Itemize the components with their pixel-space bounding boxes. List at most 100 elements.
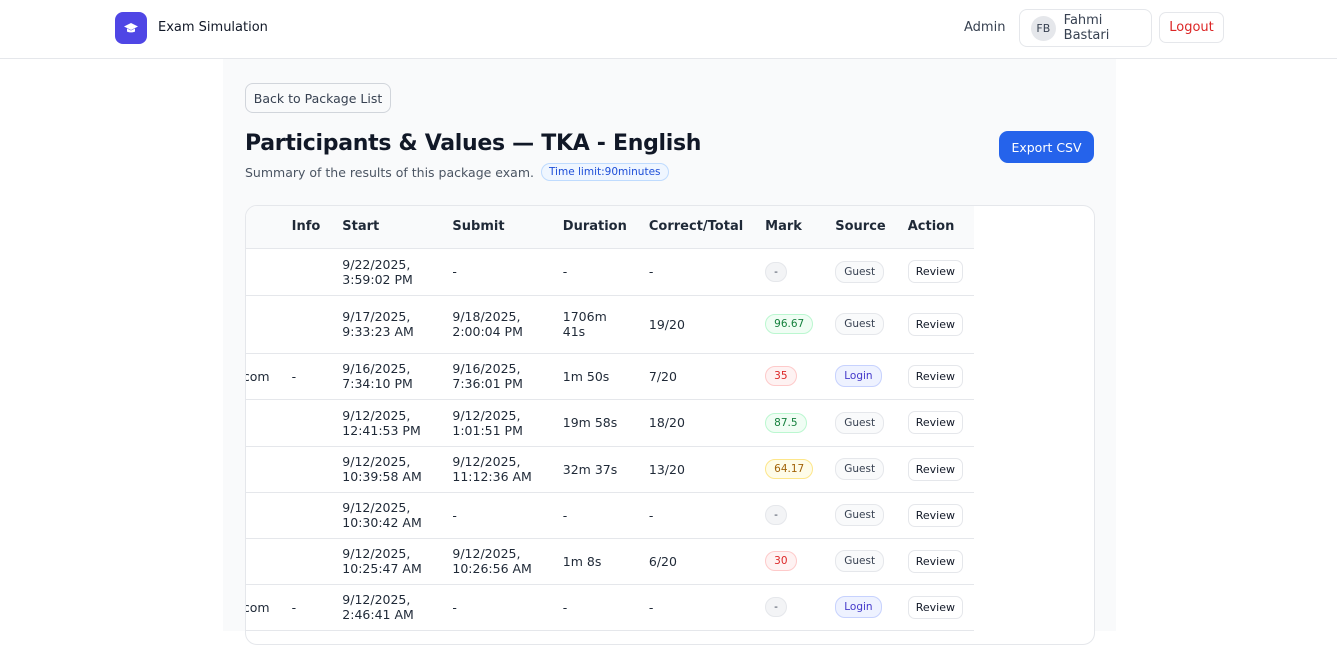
participants-table: Info Start Submit Duration Correct/Total Mark… [245,206,974,631]
action-cell: Review [896,248,974,296]
review-button[interactable]: Review [907,549,963,573]
column-header: Correct/Total [637,206,755,249]
app-title[interactable]: Exam Simulation [158,20,268,35]
graduation-cap-icon[interactable] [115,12,147,44]
back-to-package-list-button[interactable]: Back to Package List [245,83,391,113]
page-title: Participants & Values — TKA - English [245,131,702,156]
review-button[interactable]: Review [907,364,963,388]
action-cell: Review [896,295,974,354]
duration-text: 32m 37s [562,461,618,477]
review-button[interactable]: Review [907,312,963,336]
mark-cell: 35 [754,353,825,400]
start-time-text: 9/16/2025, 7:34:10 PM [342,361,413,391]
start-time: 9/17/2025, 9:33:23 AM [331,295,442,354]
source-cell: Guest [824,248,897,296]
submit-time: - [441,248,552,296]
main-content: Back to Package List Participants & Valu… [223,59,1116,645]
source-badge: Guest [835,458,885,480]
mark-badge: 96.67 [765,314,814,334]
action-cell: Review [896,584,974,631]
submit-time: - [441,584,552,631]
correct-total-text: - [648,264,654,279]
subtitle-text: Summary of the results of this package e… [245,164,534,180]
participant-email [246,538,281,585]
mark-badge: 35 [765,366,797,386]
duration: - [551,492,638,539]
correct-total-text: - [648,507,654,523]
submit-time: 9/12/2025, 1:01:51 PM [441,399,552,447]
start-time-text: 9/12/2025, 10:25:47 AM [342,546,422,576]
table-row: 549@gmail.com - 9/16/2025, 7:34:10 PM 9/16/… [246,353,974,400]
top-navbar: Exam Simulation Admin FB Fahmi Bastari L… [0,0,1337,59]
review-button[interactable]: Review [907,260,963,283]
action-cell: Review [896,446,974,493]
table-row: 9/12/2025, 10:39:58 AM 9/12/2025, 11:12:3… [246,446,974,493]
duration: 1706m 41s [551,295,638,354]
info-cell [280,248,332,296]
source-cell: Guest [824,295,897,354]
admin-link[interactable]: Admin [964,20,1005,35]
mark-cell: 96.67 [754,295,825,354]
participant-email [246,248,281,296]
mark-cell: 30 [754,538,825,585]
correct-total-text: 7/20 [648,368,677,384]
action-cell: Review [896,353,974,400]
submit-time: 9/12/2025, 11:12:36 AM [441,446,552,493]
participant-email-text: 549@gmail.com [246,368,270,384]
participant-email-text: @gmail.com [245,599,270,615]
mark-badge: - [765,261,787,282]
correct-total-text: 18/20 [648,415,685,430]
participant-email [246,446,281,493]
start-time: 9/12/2025, 10:30:42 AM [331,492,442,539]
submit-time: 9/16/2025, 7:36:01 PM [441,353,552,400]
user-menu[interactable]: FB Fahmi Bastari [1019,9,1152,47]
mark-badge: - [765,505,787,525]
duration: 19m 58s [551,399,638,447]
correct-total: - [637,584,755,631]
mark-cell: - [754,584,825,631]
start-time: 9/16/2025, 7:34:10 PM [331,353,442,400]
export-csv-button[interactable]: Export CSV [999,131,1094,163]
review-button[interactable]: Review [907,503,963,527]
participant-email [246,295,281,354]
correct-total: 13/20 [637,446,755,493]
avatar: FB [1031,15,1056,41]
column-header: Source [824,206,897,249]
review-button[interactable]: Review [907,595,963,619]
table-row: 9/12/2025, 10:30:42 AM - - - - Guest Review [246,492,974,539]
submit-time-text: 9/16/2025, 7:36:01 PM [452,361,523,391]
correct-total: 7/20 [637,353,755,400]
start-time-text: 9/12/2025, 12:41:53 PM [342,407,421,438]
info-cell [280,446,332,493]
mark-cell: 87.5 [754,399,825,447]
info-cell: - [280,584,332,631]
review-button[interactable]: Review [907,411,963,434]
correct-total: 6/20 [637,538,755,585]
column-header: Submit [441,206,552,249]
logout-button[interactable]: Logout [1159,12,1224,43]
duration-text: 19m 58s [562,415,618,430]
table-row: 9/12/2025, 12:41:53 PM 9/12/2025, 1:01:51… [246,399,974,447]
start-time-text: 9/22/2025, 3:59:02 PM [342,256,413,287]
column-header: Action [896,206,974,249]
mark-badge: - [765,597,787,617]
source-badge: Guest [835,260,885,283]
info-cell [280,538,332,585]
submit-time-text: - [452,599,457,615]
table-row: @gmail.com - 9/12/2025, 2:46:41 AM - - - - Logi… [245,584,974,631]
info-cell: - [280,353,332,400]
duration-text: - [562,599,568,615]
source-badge: Login [835,596,882,618]
mark-cell: - [754,248,825,296]
source-badge: Guest [835,411,885,434]
column-header: Start [331,206,442,249]
action-cell: Review [896,399,974,447]
duration: 1m 50s [551,353,638,400]
submit-time-text: - [452,507,457,523]
submit-time-text: 9/12/2025, 10:26:56 AM [452,546,532,576]
source-cell: Login [824,353,897,400]
participants-table-container[interactable]: Info Start Submit Duration Correct/Total Mark… [245,205,1095,645]
column-header [246,206,281,249]
table-header: Info Start Submit Duration Correct/Total Mark… [246,206,974,249]
review-button[interactable]: Review [907,457,963,481]
